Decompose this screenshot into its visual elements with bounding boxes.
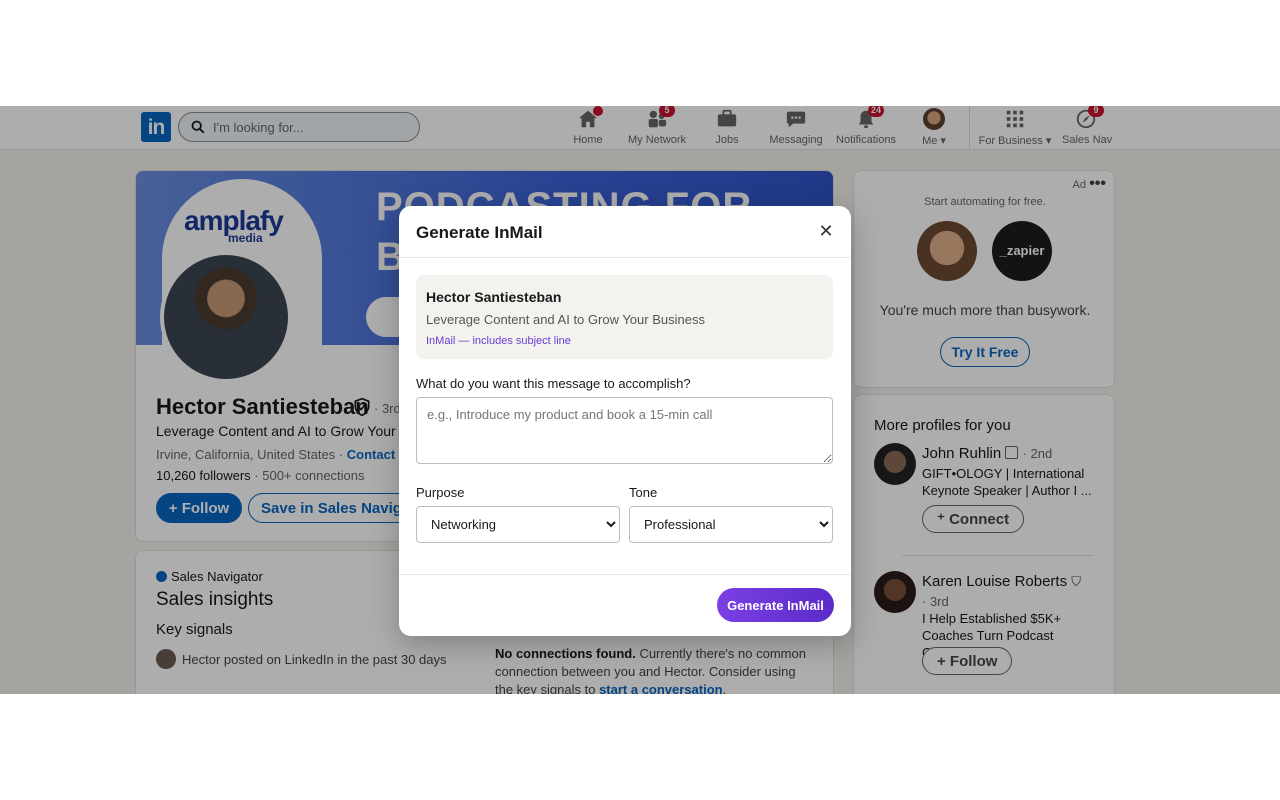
recipient-name: Hector Santiesteban [426,289,562,305]
close-icon[interactable]: ✕ [815,220,837,242]
recipient-headline: Leverage Content and AI to Grow Your Bus… [426,312,705,327]
tone-select[interactable]: Professional [629,506,833,543]
app-frame: in Home 5 My Network Jobs Messaging 24 N… [0,106,1280,694]
dialog-title: Generate InMail [416,223,543,242]
goal-label: What do you want this message to accompl… [416,376,691,391]
purpose-select[interactable]: Networking [416,506,620,543]
recipient-summary: Hector Santiesteban Leverage Content and… [416,275,833,359]
purpose-label: Purpose [416,485,465,500]
generate-inmail-dialog: Generate InMail ✕ Hector Santiesteban Le… [399,206,851,636]
inmail-tag: InMail — includes subject line [426,335,571,347]
tone-label: Tone [629,485,658,500]
dialog-header-divider [399,257,851,258]
goal-textarea[interactable] [416,397,833,464]
generate-inmail-button[interactable]: Generate InMail [717,588,834,622]
dialog-footer-divider [399,574,851,575]
